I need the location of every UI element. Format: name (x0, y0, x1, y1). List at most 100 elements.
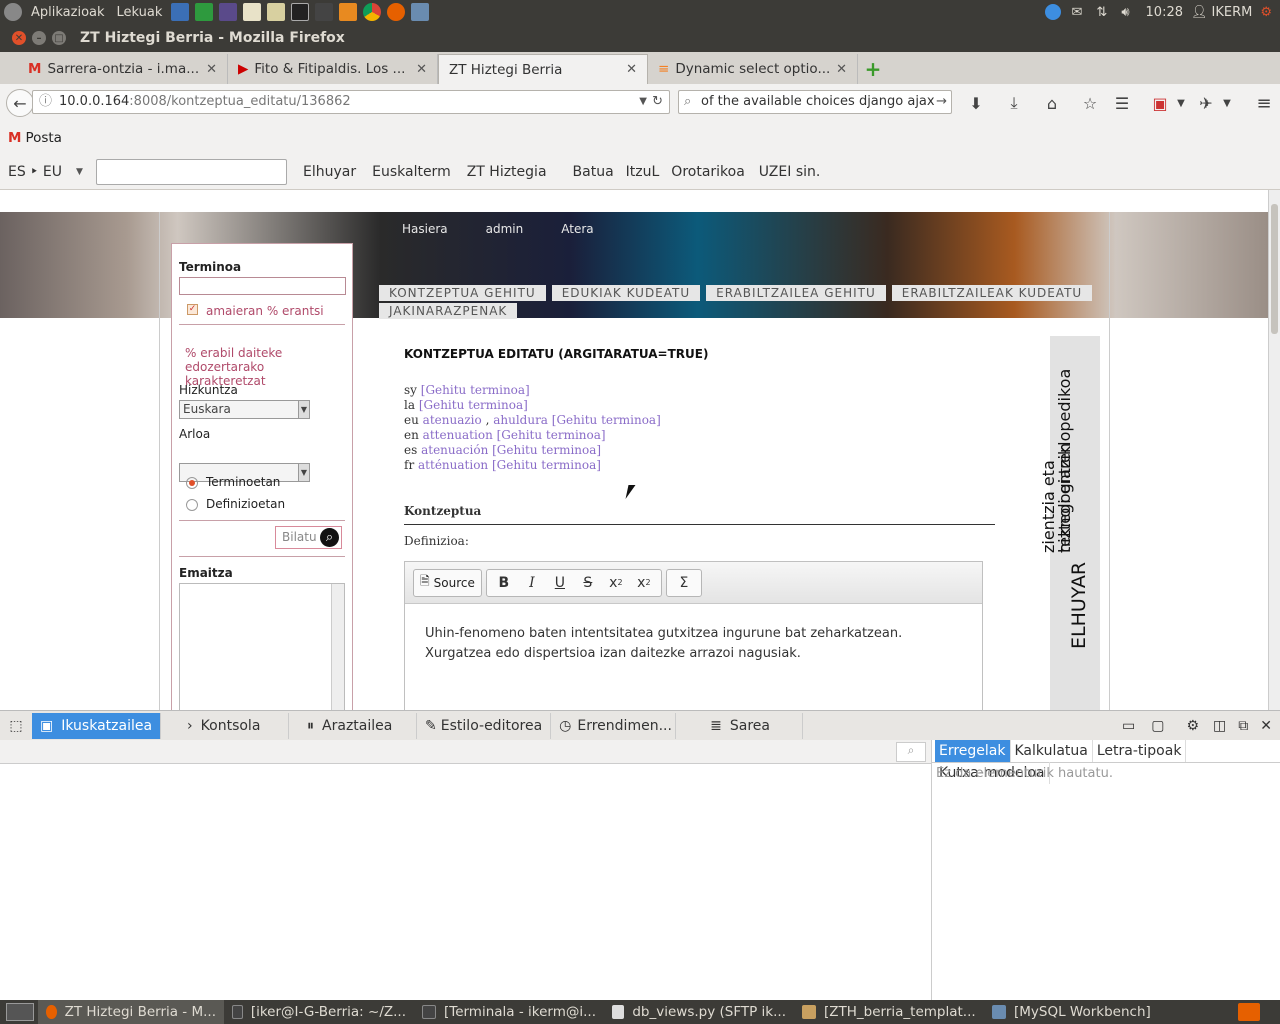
volume-icon[interactable]: 🔊︎ (1121, 5, 1129, 20)
menu-jakinarazpenak[interactable]: JAKINARAZPENAK (379, 303, 518, 319)
dictionary-search-input[interactable] (96, 158, 287, 185)
new-tab-button[interactable]: + (858, 54, 888, 84)
eclipse-launcher-icon[interactable] (219, 3, 238, 21)
task-file-manager[interactable]: [ZTH_berria_templat... (794, 1000, 984, 1024)
term-link[interactable]: atenuazio (423, 413, 482, 427)
url-bar[interactable]: ⓘ 10.0.0.164:8008/kontzeptua_editatu/136… (32, 90, 670, 114)
mysql-workbench-launcher-icon[interactable] (411, 3, 430, 21)
search-go-icon[interactable]: → (936, 91, 947, 113)
bold-icon[interactable]: B (490, 571, 518, 595)
dropdown-icon[interactable]: ▼ (639, 91, 647, 113)
editor-body[interactable]: Uhin-fenomeno baten intentsitatea gutxit… (405, 604, 982, 684)
term-link[interactable]: atenuación (421, 443, 488, 457)
places-menu[interactable]: Lekuak (117, 5, 163, 20)
mail-icon[interactable]: ✉ (1072, 5, 1083, 20)
link-orotarikoa[interactable]: Orotarikoa (671, 164, 745, 180)
applications-menu[interactable]: Aplikazioak (31, 5, 105, 20)
power-icon[interactable]: ⚙ (1260, 5, 1272, 20)
firefox-launcher-icon[interactable] (387, 3, 406, 21)
bilatu-button[interactable]: Bilatu ⌕ (275, 526, 342, 549)
add-term-link[interactable]: [Gehitu terminoa] (421, 383, 530, 397)
add-term-link[interactable]: [Gehitu terminoa] (492, 458, 601, 472)
search-bar[interactable]: ⌕ of the available choices django ajax → (678, 90, 952, 114)
hamburger-menu-icon[interactable]: ≡ (1250, 89, 1278, 117)
info-icon[interactable]: ⓘ (39, 91, 52, 113)
radio-terminoetan[interactable]: Terminoetan (186, 475, 280, 489)
reload-icon[interactable]: ↻ (652, 91, 663, 113)
text-editor-launcher-icon[interactable] (243, 3, 262, 21)
terminal-launcher-icon[interactable] (291, 3, 310, 21)
addon-dropdown-icon[interactable]: ▼ (1174, 89, 1188, 117)
nav-admin[interactable]: admin (486, 222, 524, 236)
clock[interactable]: 10:28 (1146, 5, 1183, 20)
underline-icon[interactable]: U (546, 571, 574, 595)
amaieran-checkbox[interactable]: ✓ (187, 304, 198, 315)
bookmark-star-icon[interactable]: ☆ (1076, 89, 1104, 117)
subscript-icon[interactable]: x2 (602, 571, 630, 595)
devtab-network[interactable]: ≣ Sarea (676, 712, 804, 739)
tab-youtube[interactable]: ▶ Fito & Fitipaldis. Los ... ✕ (228, 54, 438, 84)
home-icon[interactable]: ⌂ (1038, 89, 1066, 117)
inspector-search-input[interactable]: ⌕ (896, 742, 926, 762)
task-mysql-workbench[interactable]: [MySQL Workbench] (984, 1000, 1194, 1024)
add-term-link[interactable]: [Gehitu terminoa] (419, 398, 528, 412)
menu-erabiltzaileak-kudeatu[interactable]: ERABILTZAILEAK KUDEATU (891, 285, 1093, 301)
emaitza-listbox[interactable] (179, 583, 345, 710)
devtab-console[interactable]: › Kontsola (161, 712, 290, 739)
link-uzei[interactable]: UZEI sin. (759, 164, 821, 180)
split-console-icon[interactable]: ▭ (1122, 718, 1135, 734)
sigma-icon[interactable]: Σ (670, 571, 698, 595)
responsive-icon[interactable]: ▢ (1151, 718, 1164, 734)
show-desktop-icon[interactable] (6, 1003, 34, 1021)
superscript-icon[interactable]: x2 (630, 571, 658, 595)
add-term-link[interactable]: [Gehitu terminoa] (552, 413, 661, 427)
maximize-window-icon[interactable]: □ (52, 31, 66, 45)
tab-gmail[interactable]: M Sarrera-ontzia - i.ma... ✕ (18, 54, 228, 84)
term-link[interactable]: attenuation (423, 428, 493, 442)
link-zt-hiztegia[interactable]: ZT Hiztegia (467, 164, 547, 180)
extension-dropdown-icon[interactable]: ▼ (1220, 89, 1234, 117)
extension-icon[interactable]: ✈ (1192, 89, 1220, 117)
reading-list-icon[interactable]: ☰ (1108, 89, 1136, 117)
source-button[interactable]: 🗎︎ Source (413, 568, 482, 597)
user-name[interactable]: IKERM (1212, 5, 1253, 20)
workspace-switcher-icon[interactable] (1238, 1003, 1260, 1021)
presentation-launcher-icon[interactable] (315, 3, 334, 21)
radio-definizioetan[interactable]: Definizioetan (186, 497, 285, 511)
listbox-scrollbar[interactable] (331, 584, 344, 710)
term-link[interactable]: atténuation (418, 458, 488, 472)
downloads-icon[interactable]: ⤓ (1000, 89, 1028, 117)
network-icon[interactable]: ⇅ (1096, 5, 1107, 20)
tab-rules[interactable]: Erregelak (935, 740, 1011, 762)
bookmark-posta[interactable]: M Posta (8, 130, 62, 146)
chrome-launcher-icon[interactable] (363, 3, 382, 21)
devtab-inspector[interactable]: ▣ Ikuskatzailea (32, 712, 162, 739)
devtab-debugger[interactable]: ⏸ Araztailea (289, 712, 418, 739)
download-icon[interactable]: ⬇ (962, 89, 990, 117)
close-devtools-icon[interactable]: ✕ (1260, 718, 1272, 734)
task-editor[interactable]: db_views.py (SFTP ik... (604, 1000, 794, 1024)
close-tab-icon[interactable]: ✕ (626, 62, 637, 77)
scrollbar-thumb[interactable] (1271, 204, 1278, 334)
keepass-launcher-icon[interactable] (267, 3, 286, 21)
add-term-link[interactable]: [Gehitu terminoa] (497, 428, 606, 442)
pick-element-icon[interactable]: ⬚ (0, 718, 32, 734)
markup-view[interactable] (0, 764, 931, 1000)
link-itzul[interactable]: ItzuL (626, 164, 660, 180)
tab-zt-hiztegi[interactable]: ZT Hiztegi Berria ✕ (438, 54, 648, 84)
minimize-window-icon[interactable]: – (32, 31, 46, 45)
tab-stackoverflow[interactable]: ≡ Dynamic select optio... ✕ (648, 54, 858, 84)
link-elhuyar[interactable]: Elhuyar (303, 164, 356, 180)
close-tab-icon[interactable]: ✕ (416, 62, 427, 77)
calc-launcher-icon[interactable] (195, 3, 214, 21)
addon-icon[interactable]: ▣ (1146, 89, 1174, 117)
hizkuntza-select[interactable]: Euskara ▼ (179, 400, 310, 419)
undock-icon[interactable]: ⧉ (1238, 718, 1248, 734)
devtab-performance[interactable]: ◷ Errendimen... (551, 712, 677, 739)
devtab-style-editor[interactable]: ✎ Estilo-editorea (417, 712, 552, 739)
italic-icon[interactable]: I (518, 571, 546, 595)
menu-edukiak-kudeatu[interactable]: EDUKIAK KUDEATU (551, 285, 701, 301)
task-firefox[interactable]: ZT Hiztegi Berria - M... (38, 1000, 224, 1024)
tab-computed[interactable]: Kalkulatua (1011, 740, 1093, 762)
back-button[interactable]: ← (6, 89, 34, 117)
